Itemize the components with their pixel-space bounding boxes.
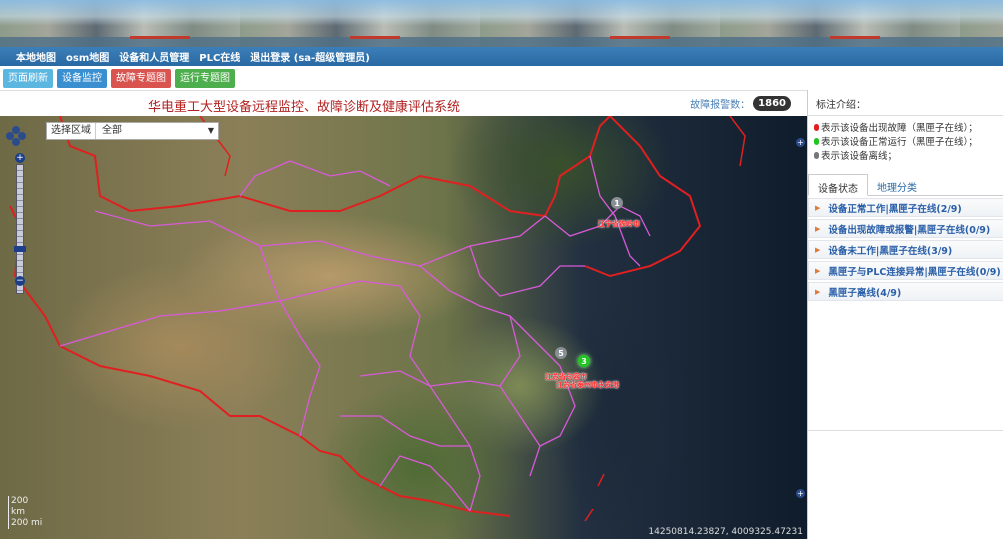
caret-right-icon: ▶	[815, 224, 821, 233]
legend-item: 表示该设备出现故障（黑匣子在线）；	[814, 120, 997, 134]
legend-item: 表示该设备离线；	[814, 148, 997, 162]
region-label: 选择区域	[47, 123, 96, 139]
region-value: 全部	[102, 125, 122, 136]
legend: 表示该设备出现故障（黑匣子在线）； 表示该设备正常运行（黑匣子在线）； 表示该设…	[808, 116, 1003, 166]
caret-right-icon: ▶	[815, 203, 821, 212]
nav-local-map[interactable]: 本地地图	[16, 49, 56, 64]
nav-logout[interactable]: 退出登录 (sa-超级管理员)	[250, 49, 369, 64]
panel-tabs: 设备状态 地理分类	[808, 174, 1003, 196]
group-not-working[interactable]: ▶ 设备未工作|黑匣子在线(3/9)	[808, 240, 1003, 259]
header-banner	[0, 0, 1003, 47]
toolbar: 页面刷新 设备监控 故障专题图 运行专题图	[0, 66, 1003, 90]
operation-map-button[interactable]: 运行专题图	[175, 68, 235, 88]
caret-right-icon: ▶	[815, 266, 821, 275]
alarm-label: 故障报警数：	[690, 100, 751, 111]
group-fault-alarm[interactable]: ▶ 设备出现故障或报警|黑匣子在线(0/9)	[808, 219, 1003, 238]
group-label: 设备正常工作|黑匣子在线(2/9)	[828, 203, 962, 215]
zoom-out-icon[interactable]: −	[15, 276, 25, 286]
group-blackbox-offline[interactable]: ▶ 黑匣子离线(4/9)	[808, 282, 1003, 301]
panel-divider	[808, 430, 1003, 431]
map-marker[interactable]: 5	[555, 347, 567, 359]
caret-right-icon: ▶	[815, 287, 821, 296]
fault-map-button[interactable]: 故障专题图	[111, 68, 171, 88]
coordinate-readout: 14250814.23827, 4009325.47231	[648, 527, 803, 537]
map-marker[interactable]: 3	[578, 355, 590, 367]
legend-title: 标注介绍：	[808, 90, 1003, 116]
nav-osm-map[interactable]: osm地图	[66, 49, 109, 64]
zoom-slider[interactable]	[16, 164, 24, 294]
right-panel: 标注介绍： 表示该设备出现故障（黑匣子在线）； 表示该设备正常运行（黑匣子在线）…	[807, 90, 1003, 539]
title-row: 华电重工大型设备远程监控、故障诊断及健康评估系统 故障报警数： 1860	[0, 90, 807, 116]
nav-device-personnel[interactable]: 设备和人员管理	[119, 49, 189, 64]
dropdown-arrow-icon: ▼	[207, 126, 214, 135]
fault-pin-icon	[814, 123, 819, 131]
zoom-in-icon[interactable]: +	[15, 153, 25, 163]
group-label: 设备未工作|黑匣子在线(3/9)	[828, 245, 953, 257]
scale-bottom: 200 mi	[8, 518, 42, 529]
device-monitor-button[interactable]: 设备监控	[57, 68, 107, 88]
map-scale: 200 km 200 mi	[8, 496, 42, 529]
scale-top: 200	[8, 496, 42, 507]
offline-pin-icon	[814, 151, 819, 159]
expand-icon[interactable]: +	[796, 489, 805, 498]
group-label: 黑匣子离线(4/9)	[828, 287, 902, 299]
tab-geo-category[interactable]: 地理分类	[868, 174, 926, 195]
legend-text: 表示该设备正常运行（黑匣子在线）；	[821, 137, 978, 148]
zoom-handle[interactable]	[14, 246, 26, 252]
zoom-control: + −	[6, 126, 26, 294]
marker-label: 辽宁省铁岭市	[598, 220, 640, 228]
top-nav: 本地地图 osm地图 设备和人员管理 PLC在线 退出登录 (sa-超级管理员)	[0, 47, 1003, 66]
legend-text: 表示该设备出现故障（黑匣子在线）；	[821, 123, 978, 134]
refresh-button[interactable]: 页面刷新	[3, 68, 53, 88]
map-marker[interactable]: 1	[611, 197, 623, 209]
caret-right-icon: ▶	[815, 245, 821, 254]
group-plc-connection-error[interactable]: ▶ 黑匣子与PLC连接异常|黑匣子在线(0/9)	[808, 261, 1003, 280]
pan-control-icon[interactable]	[6, 126, 26, 146]
normal-pin-icon	[814, 137, 819, 145]
legend-text: 表示该设备离线；	[821, 151, 898, 162]
alarm-counter[interactable]: 故障报警数： 1860	[690, 96, 791, 111]
expand-icon[interactable]: +	[796, 138, 805, 147]
tab-device-status[interactable]: 设备状态	[808, 174, 868, 196]
group-normal-working[interactable]: ▶ 设备正常工作|黑匣子在线(2/9)	[808, 198, 1003, 217]
map-borders	[9, 116, 746, 522]
map-view[interactable]: 选择区域 全部 ▼ + − + + 1 辽宁省铁岭市 5 3 江苏省句容市 江苏…	[0, 116, 807, 539]
page-title: 华电重工大型设备远程监控、故障诊断及健康评估系统	[148, 100, 461, 115]
region-dropdown[interactable]: 全部 ▼	[96, 123, 218, 139]
status-accordion: ▶ 设备正常工作|黑匣子在线(2/9) ▶ 设备出现故障或报警|黑匣子在线(0/…	[808, 198, 1003, 303]
legend-item: 表示该设备正常运行（黑匣子在线）；	[814, 134, 997, 148]
region-selector[interactable]: 选择区域 全部 ▼	[46, 122, 219, 140]
alarm-badge: 1860	[753, 96, 791, 111]
marker-label: 江苏省泰州市永安港	[556, 381, 619, 389]
group-label: 黑匣子与PLC连接异常|黑匣子在线(0/9)	[828, 266, 1001, 278]
nav-plc-online[interactable]: PLC在线	[199, 49, 240, 64]
group-label: 设备出现故障或报警|黑匣子在线(0/9)	[828, 224, 991, 236]
scale-unit: km	[8, 507, 42, 518]
